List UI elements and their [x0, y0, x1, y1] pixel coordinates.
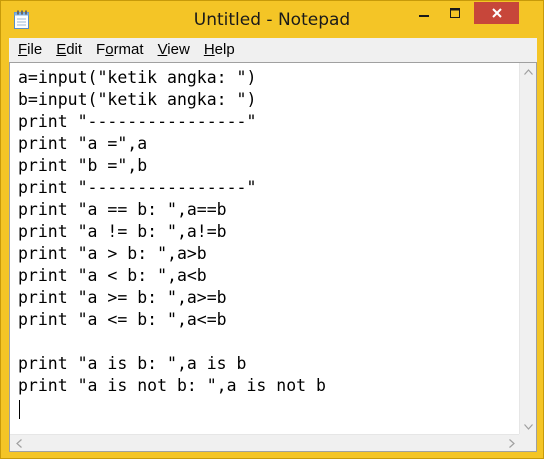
editor-line: print "a =",a: [18, 134, 148, 153]
editor-line: print "----------------": [18, 178, 257, 197]
menu-file[interactable]: File: [13, 38, 47, 62]
scroll-down-arrow[interactable]: [520, 418, 537, 435]
editor-line: a=input("ketik angka: "): [18, 68, 257, 87]
chevron-down-icon: [524, 423, 533, 430]
scroll-right-arrow[interactable]: [503, 435, 520, 452]
scroll-left-arrow[interactable]: [10, 435, 27, 452]
minimize-button[interactable]: [411, 2, 437, 24]
editor-line: print "a != b: ",a!=b: [18, 222, 227, 241]
editor-line: print "a > b: ",a>b: [18, 244, 207, 263]
scroll-up-arrow[interactable]: [520, 63, 537, 80]
title-bar[interactable]: Untitled - Notepad: [1, 1, 543, 38]
menu-view[interactable]: View: [153, 38, 195, 62]
text-caret: [19, 400, 20, 419]
menu-edit[interactable]: Edit: [51, 38, 87, 62]
menu-format[interactable]: Format: [91, 38, 149, 62]
scrollbar-corner: [519, 434, 536, 451]
editor-line: print "a <= b: ",a<=b: [18, 310, 227, 329]
notepad-window: Untitled - Notepad File Edit Format View…: [0, 0, 544, 459]
editor-line: print "b =",b: [18, 156, 148, 175]
editor-line: print "a < b: ",a<b: [18, 266, 207, 285]
editor-line: print "a is not b: ",a is not b: [18, 376, 326, 395]
close-icon: [491, 4, 503, 23]
horizontal-scrollbar[interactable]: [10, 434, 520, 451]
editor-line: print "a == b: ",a==b: [18, 200, 227, 219]
maximize-icon: [449, 4, 461, 23]
chevron-up-icon: [524, 68, 533, 75]
chevron-right-icon: [508, 439, 515, 448]
menu-help[interactable]: Help: [199, 38, 240, 62]
minimize-icon: [418, 4, 430, 23]
close-button[interactable]: [474, 2, 519, 24]
editor-line: print "a >= b: ",a>=b: [18, 288, 227, 307]
text-editor[interactable]: a=input("ketik angka: ") b=input("ketik …: [9, 62, 537, 452]
menu-bar: File Edit Format View Help: [9, 38, 537, 62]
editor-line: print "----------------": [18, 112, 257, 131]
chevron-left-icon: [15, 439, 22, 448]
editor-line: b=input("ketik angka: "): [18, 90, 257, 109]
vertical-scrollbar[interactable]: [519, 63, 536, 435]
editor-line: print "a is b: ",a is b: [18, 354, 247, 373]
maximize-button[interactable]: [442, 2, 468, 24]
editor-text[interactable]: a=input("ketik angka: ") b=input("ketik …: [18, 67, 326, 397]
